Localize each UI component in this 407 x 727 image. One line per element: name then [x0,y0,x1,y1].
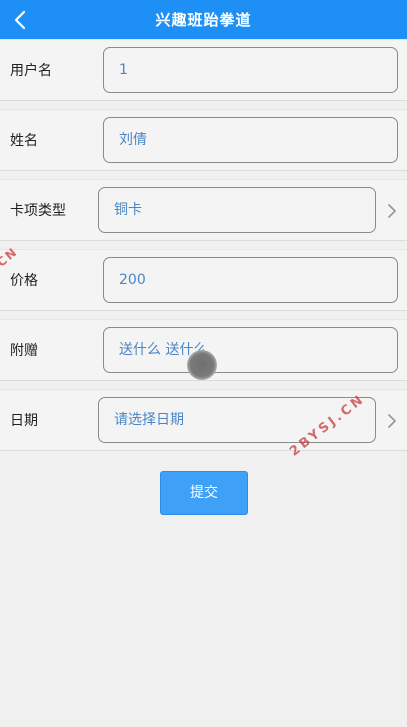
username-label: 用户名 [10,63,52,79]
gift-label: 附赠 [10,343,38,359]
form-row-price: 价格 200 [0,249,407,311]
gift-field[interactable]: 送什么 送什么 [103,327,398,373]
form-row-card-type[interactable]: 卡项类型 铜卡 [0,179,407,241]
form-row-username: 用户名 1 [0,39,407,101]
chevron-right-icon[interactable] [385,202,399,220]
card-type-label: 卡项类型 [10,203,66,219]
name-label: 姓名 [10,133,38,149]
name-field[interactable]: 刘倩 [103,117,398,163]
submit-button[interactable]: 提交 [160,471,248,515]
price-field[interactable]: 200 [103,257,398,303]
app-header: 兴趣班跆拳道 [0,0,407,40]
username-field[interactable]: 1 [103,47,398,93]
date-label: 日期 [10,413,38,429]
chevron-right-icon[interactable] [385,412,399,430]
touch-cursor-indicator [187,350,217,380]
form-row-name: 姓名 刘倩 [0,109,407,171]
card-type-select[interactable]: 铜卡 [98,187,376,233]
page-title: 兴趣班跆拳道 [155,11,252,29]
